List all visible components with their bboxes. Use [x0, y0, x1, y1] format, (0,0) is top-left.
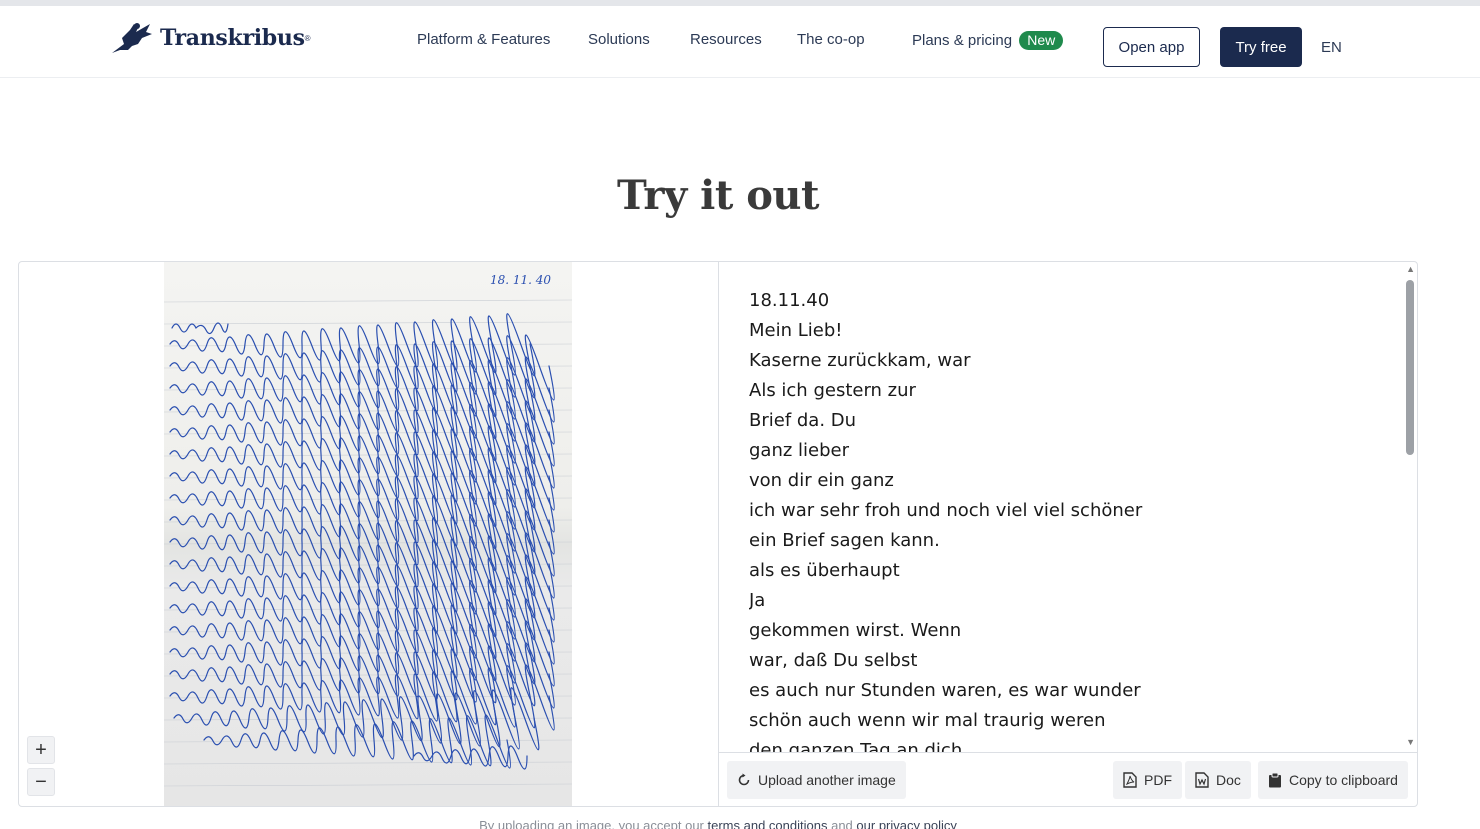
- disclaimer-prefix: By uploading an image, you accept our: [479, 818, 704, 829]
- letter-date-handwritten: 18. 11. 40: [490, 273, 551, 287]
- transcript-line: Kaserne zurückkam, war: [749, 350, 971, 371]
- page-title: Try it out: [617, 172, 819, 219]
- image-viewer[interactable]: 18. 11. 40 + −: [19, 262, 719, 806]
- pdf-file-icon: [1123, 772, 1137, 788]
- transcript-line: schön auch wenn wir mal traurig weren: [749, 710, 1106, 731]
- transcription-demo-card: 18. 11. 40 + − 18.11.40 Mein Lieb! Kaserne…: [18, 261, 1418, 807]
- transcript-line: 18.11.40: [749, 290, 830, 311]
- nav-coop[interactable]: The co-op: [797, 31, 865, 48]
- upload-another-image-label: Upload another image: [758, 772, 896, 788]
- pdf-label: PDF: [1144, 772, 1172, 788]
- brand-name: Transkribus: [160, 25, 305, 51]
- brand-registered-mark: ®: [304, 33, 311, 43]
- letter-scan-graphic: 18. 11. 40: [164, 273, 572, 787]
- transcript-line: ganz lieber: [749, 440, 850, 461]
- nav-solutions[interactable]: Solutions: [588, 31, 650, 48]
- nav-plans-pricing-label: Plans & pricing: [912, 32, 1013, 49]
- language-selector[interactable]: EN: [1321, 39, 1342, 56]
- transcript-line: Ja: [749, 590, 766, 611]
- nav-resources[interactable]: Resources: [690, 31, 762, 48]
- transcript-line: ein Brief sagen kann.: [749, 530, 940, 551]
- transkribus-logo[interactable]: Transkribus ®: [110, 20, 311, 56]
- copy-to-clipboard-label: Copy to clipboard: [1289, 772, 1398, 788]
- nav-platform-features[interactable]: Platform & Features: [417, 31, 550, 48]
- doc-download-button[interactable]: Doc: [1185, 761, 1251, 799]
- transcription-panel: 18.11.40 Mein Lieb! Kaserne zurückkam, war…: [719, 262, 1417, 806]
- pdf-download-button[interactable]: PDF: [1113, 761, 1182, 799]
- transcript-line: von dir ein ganz: [749, 470, 894, 491]
- zoom-in-button[interactable]: +: [27, 736, 55, 764]
- transcript-line: Mein Lieb!: [749, 320, 843, 341]
- doc-label: Doc: [1216, 772, 1241, 788]
- transcript-line: Brief da. Du: [749, 410, 857, 431]
- upload-another-image-button[interactable]: Upload another image: [727, 761, 906, 799]
- site-header: Transkribus ® Platform & Features Solutio…: [0, 6, 1480, 78]
- copy-to-clipboard-button[interactable]: Copy to clipboard: [1258, 761, 1408, 799]
- angel-logo-icon: [112, 23, 152, 53]
- new-badge: New: [1019, 31, 1064, 50]
- scrollbar-thumb[interactable]: [1406, 280, 1414, 455]
- upload-disclaimer: By uploading an image, you accept our te…: [0, 818, 1436, 829]
- scroll-down-arrow-icon[interactable]: ▼: [1406, 737, 1415, 747]
- try-free-button[interactable]: Try free: [1220, 27, 1302, 67]
- transcript-line: als es überhaupt: [749, 560, 900, 581]
- clipboard-icon: [1269, 772, 1281, 788]
- handwritten-letter-image: 18. 11. 40: [164, 262, 572, 806]
- disclaimer-and: and: [831, 818, 853, 829]
- transcript-line: den ganzen Tag an dich: [749, 740, 963, 752]
- transcript-line: Als ich gestern zur: [749, 380, 916, 401]
- transcript-line: gekommen wirst. Wenn: [749, 620, 962, 641]
- open-app-button[interactable]: Open app: [1103, 27, 1200, 67]
- transcription-text[interactable]: 18.11.40 Mein Lieb! Kaserne zurückkam, war…: [749, 286, 1389, 752]
- scroll-up-arrow-icon[interactable]: ▲: [1406, 264, 1415, 274]
- terms-link[interactable]: terms and conditions: [708, 818, 828, 829]
- transcript-line: ich war sehr froh und noch viel viel sch…: [749, 500, 1143, 521]
- transcript-line: es auch nur Stunden waren, es war wunder: [749, 680, 1141, 701]
- transcript-line: war, daß Du selbst: [749, 650, 918, 671]
- privacy-policy-link[interactable]: our privacy policy: [856, 818, 956, 829]
- word-file-icon: [1195, 772, 1209, 788]
- reload-icon: [738, 773, 750, 786]
- zoom-out-button[interactable]: −: [27, 768, 55, 796]
- nav-plans-pricing[interactable]: Plans & pricing New: [912, 31, 1064, 50]
- transcription-actions: Upload another image PDF Doc Copy to cli…: [719, 752, 1417, 806]
